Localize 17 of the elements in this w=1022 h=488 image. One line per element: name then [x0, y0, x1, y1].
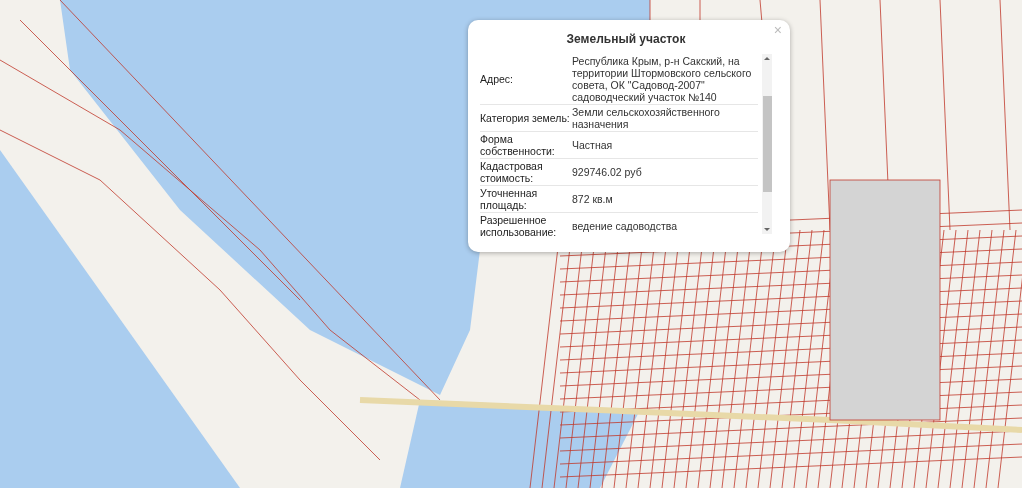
- popup-title: Земельный участок: [565, 32, 687, 46]
- scroll-up-icon[interactable]: [764, 57, 770, 60]
- field-value: Частная: [572, 138, 614, 152]
- field-value: ведение садоводства: [572, 219, 679, 233]
- field-value: 872 кв.м: [572, 192, 614, 206]
- field-value: Земли сельскохозяйственного назначения: [572, 105, 721, 131]
- field-label: Кадастровая стоимость:: [480, 160, 544, 184]
- field-value: Республика Крым, р-н Сакский, на территории Штормовского сельского совета, ОК "Садовод-2007" садоводческий участок №140: [572, 54, 753, 104]
- field-label: Адрес:: [480, 73, 514, 85]
- field-label: Уточненная площадь:: [480, 187, 539, 211]
- scrollbar[interactable]: [762, 54, 772, 234]
- field-label: Категория земель:: [480, 112, 571, 124]
- field-label: Разрешенное использование:: [480, 214, 558, 238]
- field-label: Форма собственности:: [480, 133, 556, 157]
- field-value: 929746.02 руб: [572, 165, 643, 179]
- scroll-down-icon[interactable]: [764, 228, 770, 231]
- close-button[interactable]: ×: [771, 22, 784, 38]
